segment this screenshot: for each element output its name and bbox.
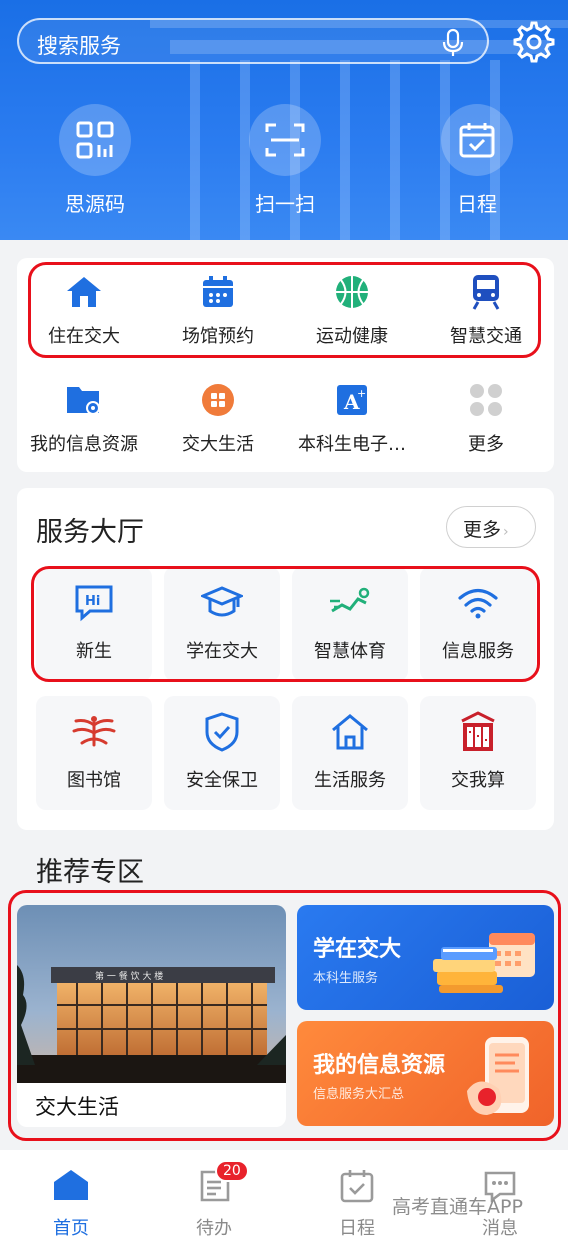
- svg-text:+: +: [357, 387, 366, 400]
- folder-gear-icon: [64, 380, 104, 420]
- library-icon: [72, 710, 116, 754]
- calendar-check-icon: [441, 104, 513, 176]
- nav-home[interactable]: 首页: [21, 1168, 121, 1240]
- shortcut-transport[interactable]: 智慧交通: [419, 272, 553, 348]
- search-placeholder: 搜索服务: [37, 34, 121, 58]
- gear-icon[interactable]: [509, 18, 555, 64]
- shortcut-sport[interactable]: 运动健康: [285, 272, 419, 348]
- todo-icon: 20: [195, 1160, 249, 1206]
- phone-hand-icon: [467, 1037, 529, 1115]
- svg-text:Hi: Hi: [85, 594, 100, 609]
- tile-label: 生活服务: [314, 770, 386, 791]
- tile-label: 信息服务: [442, 641, 514, 662]
- calendar-icon: [198, 272, 238, 312]
- shortcut-ebook[interactable]: A + 本科生电子…: [285, 380, 419, 456]
- recommend-photo-card[interactable]: 第 一 餐 饮 大 楼 交大生活: [17, 905, 286, 1127]
- banner-learn[interactable]: 学在交大 本科生服务: [297, 905, 554, 1010]
- font-a-icon: A +: [332, 380, 372, 420]
- graduation-cap-icon: [200, 581, 244, 625]
- banner-title: 我的信息资源: [313, 1053, 446, 1078]
- basketball-icon: [332, 272, 372, 312]
- hi-chat-icon: Hi: [72, 581, 116, 625]
- todo-count-badge: 20: [215, 1160, 249, 1182]
- tile-label: 图书馆: [67, 770, 121, 791]
- more-button[interactable]: 更多 ›: [446, 506, 536, 548]
- banner-subtitle: 本科生服务: [313, 971, 379, 986]
- quick-action-scan[interactable]: 扫一扫: [225, 104, 345, 217]
- calendar-check-icon: [338, 1168, 376, 1206]
- shortcut-label: 交大生活: [182, 434, 254, 455]
- tile-freshman[interactable]: Hi 新生: [36, 567, 152, 681]
- tile-label: 交我算: [451, 770, 505, 791]
- recommend-title: 推荐专区: [36, 857, 144, 888]
- home-filled-icon: [52, 1168, 90, 1206]
- nav-label: 首页: [53, 1218, 89, 1239]
- tile-label: 学在交大: [186, 641, 258, 662]
- more-dots-icon: [466, 380, 506, 420]
- photo-card-label: 交大生活: [35, 1095, 119, 1119]
- tile-label: 智慧体育: [314, 641, 386, 662]
- banner-my-info[interactable]: 我的信息资源 信息服务大汇总: [297, 1021, 554, 1126]
- more-button-label: 更多: [463, 519, 502, 541]
- shortcut-label: 智慧交通: [450, 326, 522, 347]
- shortcut-label: 更多: [468, 434, 504, 455]
- shortcut-label: 我的信息资源: [30, 434, 138, 455]
- shortcut-label: 运动健康: [316, 326, 388, 347]
- header-banner: 搜索服务 思源码 扫一扫 日程: [0, 0, 568, 240]
- qr-code-icon: [59, 104, 131, 176]
- tile-sports[interactable]: 智慧体育: [292, 567, 408, 681]
- quick-action-calendar[interactable]: 日程: [417, 104, 537, 217]
- building-photo: 第 一 餐 饮 大 楼: [17, 905, 286, 1083]
- shortcut-label: 场馆预约: [182, 326, 254, 347]
- building-sign: 第 一 餐 饮 大 楼: [95, 970, 163, 982]
- quick-action-label: 扫一扫: [255, 192, 315, 216]
- quick-action-label: 思源码: [65, 192, 125, 216]
- tile-compute[interactable]: 交我算: [420, 696, 536, 810]
- tile-security[interactable]: 安全保卫: [164, 696, 280, 810]
- shortcut-my-info[interactable]: 我的信息资源: [17, 380, 151, 456]
- tile-library[interactable]: 图书馆: [36, 696, 152, 810]
- computer-tower-icon: [456, 710, 500, 754]
- books-calendar-icon: [433, 933, 535, 993]
- shortcut-more[interactable]: 更多: [419, 380, 553, 456]
- tile-life-service[interactable]: 生活服务: [292, 696, 408, 810]
- quick-action-qr[interactable]: 思源码: [35, 104, 155, 217]
- microphone-icon[interactable]: [441, 28, 465, 58]
- search-bar[interactable]: 搜索服务: [17, 18, 489, 64]
- scan-icon: [249, 104, 321, 176]
- shortcut-venue[interactable]: 场馆预约: [151, 272, 285, 348]
- tile-label: 新生: [76, 641, 112, 662]
- wifi-icon: [456, 581, 500, 625]
- house-outline-icon: [328, 710, 372, 754]
- life-icon: [198, 380, 238, 420]
- shortcut-sjtu-life[interactable]: 交大生活: [151, 380, 285, 456]
- tile-learn[interactable]: 学在交大: [164, 567, 280, 681]
- nav-todo[interactable]: 20 待办: [164, 1160, 264, 1240]
- service-hall-title: 服务大厅: [36, 517, 144, 548]
- train-icon: [466, 272, 506, 312]
- watermark-text: 高考直通车APP: [392, 1196, 523, 1218]
- chevron-right-icon: ›: [503, 524, 509, 540]
- shortcut-live[interactable]: 住在交大: [17, 272, 151, 348]
- tile-label: 安全保卫: [186, 770, 258, 791]
- home-icon: [64, 272, 104, 312]
- tile-info-service[interactable]: 信息服务: [420, 567, 536, 681]
- banner-title: 学在交大: [313, 937, 402, 962]
- shield-check-icon: [200, 710, 244, 754]
- banner-subtitle: 信息服务大汇总: [313, 1087, 405, 1102]
- shortcut-label: 本科生电子…: [298, 434, 406, 455]
- nav-label: 待办: [196, 1218, 232, 1239]
- running-icon: [328, 581, 372, 625]
- quick-action-label: 日程: [457, 192, 497, 216]
- shortcut-label: 住在交大: [48, 326, 120, 347]
